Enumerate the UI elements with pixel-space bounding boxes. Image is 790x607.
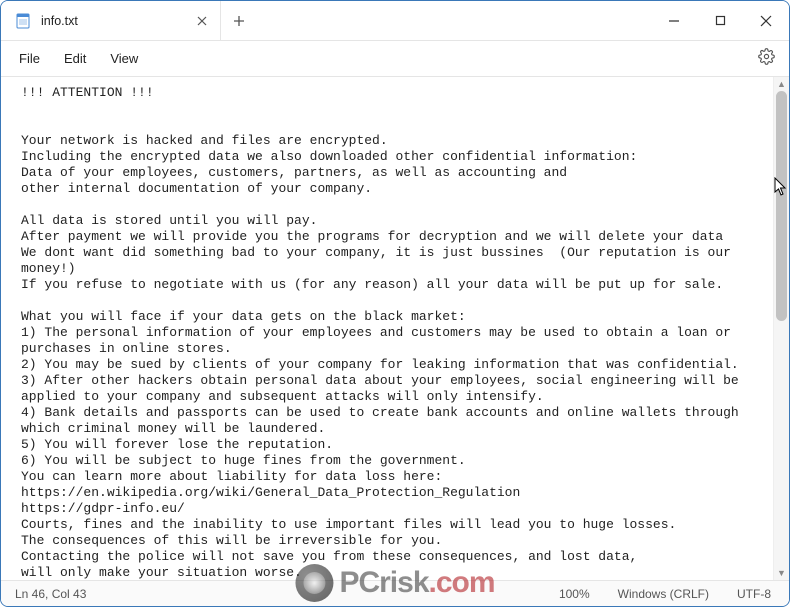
titlebar: info.txt [1,1,789,41]
vertical-scrollbar[interactable]: ▲ ▼ [773,77,789,580]
menu-view[interactable]: View [98,45,150,72]
gear-icon [758,48,775,70]
scroll-up-arrow-icon[interactable]: ▲ [774,77,789,91]
maximize-button[interactable] [697,1,743,40]
notepad-doc-icon [15,13,31,29]
new-tab-button[interactable] [221,1,257,40]
menu-edit[interactable]: Edit [52,45,98,72]
tab-close-button[interactable] [192,11,212,31]
content-area: !!! ATTENTION !!! Your network is hacked… [1,77,789,580]
document-tab[interactable]: info.txt [1,1,221,40]
tab-title: info.txt [41,14,182,28]
scroll-down-arrow-icon[interactable]: ▼ [774,566,789,580]
menu-file[interactable]: File [7,45,52,72]
status-line-ending: Windows (CRLF) [608,587,719,601]
settings-button[interactable] [749,42,783,76]
menubar: File Edit View [1,41,789,77]
status-zoom[interactable]: 100% [549,587,600,601]
statusbar: Ln 46, Col 43 100% Windows (CRLF) UTF-8 [1,580,789,606]
status-encoding: UTF-8 [727,587,781,601]
scrollbar-thumb[interactable] [776,91,787,321]
window-close-button[interactable] [743,1,789,40]
window-controls [651,1,789,40]
minimize-button[interactable] [651,1,697,40]
text-editor[interactable]: !!! ATTENTION !!! Your network is hacked… [1,77,773,580]
status-line-col: Ln 46, Col 43 [9,587,96,601]
notepad-window: info.txt File Edit View [0,0,790,607]
